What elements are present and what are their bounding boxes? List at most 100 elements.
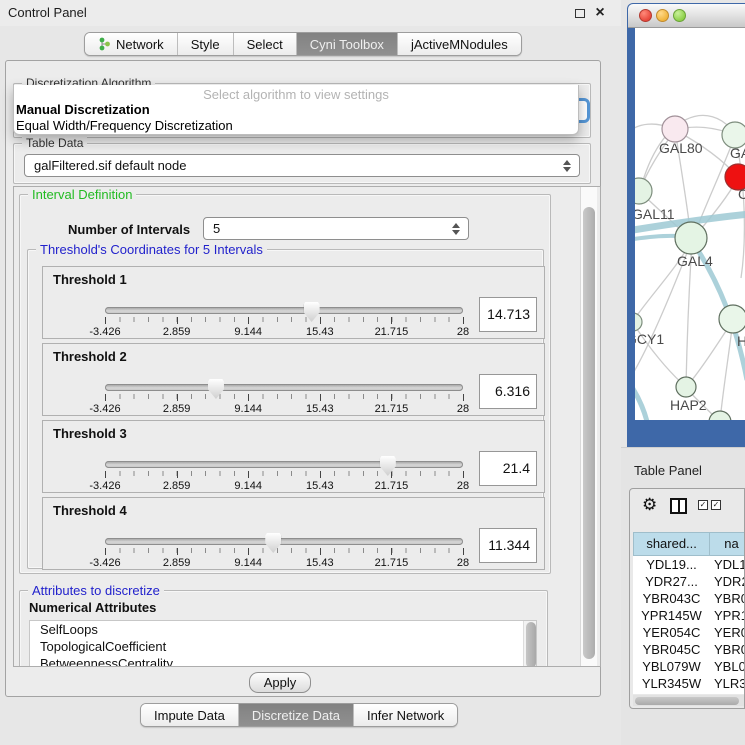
tab-discretize-data[interactable]: Discretize Data <box>239 704 354 726</box>
split-view-icon[interactable] <box>670 498 687 514</box>
threshold-2-slider[interactable]: -3.4262.8599.14415.4321.71528 <box>105 380 463 416</box>
tab-cyni-toolbox[interactable]: Cyni Toolbox <box>297 33 398 55</box>
tick-label: 21.715 <box>375 480 409 492</box>
table-row[interactable]: YPR145WYPR1 <box>633 607 745 624</box>
chevron-updown-icon <box>563 160 571 172</box>
network-node[interactable] <box>719 305 745 333</box>
list-item[interactable]: TopologicalCoefficient <box>30 638 536 655</box>
network-window-titlebar <box>628 4 745 28</box>
threshold-4-label: Threshold 4 <box>53 503 127 518</box>
node-label: HAP2 <box>670 397 707 413</box>
gear-icon[interactable]: ⚙ <box>642 494 657 516</box>
slider-ticks: -3.4262.8599.14415.4321.71528 <box>105 317 463 339</box>
table-row[interactable]: YDR27...YDR2 <box>633 573 745 590</box>
tick-label: 9.144 <box>234 403 262 415</box>
network-canvas[interactable]: GAL80GACGAL11GAL4GCY1HHAP2 <box>635 28 745 420</box>
tick-label: 28 <box>457 557 469 569</box>
table-row[interactable]: YIL052CYIL0 <box>633 692 745 694</box>
threshold-4-value-field[interactable]: 11.344 <box>479 528 537 563</box>
node-label: C <box>738 186 745 202</box>
slider-track[interactable] <box>105 384 463 391</box>
tab-style[interactable]: Style <box>178 33 234 55</box>
threshold-4-slider[interactable]: -3.4262.8599.14415.4321.71528 <box>105 534 463 570</box>
algorithm-hint: Select algorithm to view settings <box>14 87 578 102</box>
float-window-icon[interactable] <box>575 9 585 18</box>
network-node[interactable] <box>676 377 696 397</box>
page-title: Control Panel <box>8 0 87 26</box>
number-of-intervals-select[interactable]: 5 <box>203 217 469 240</box>
slider-track[interactable] <box>105 307 463 314</box>
table-row[interactable]: YLR345WYLR3 <box>633 675 745 692</box>
network-node[interactable] <box>675 222 707 254</box>
node-label: GAL4 <box>677 253 713 269</box>
network-node[interactable] <box>635 313 642 331</box>
table-row[interactable]: YBL079WYBL0 <box>633 658 745 675</box>
control-panel-window: Control Panel × Network Style Select Cyn… <box>0 0 621 745</box>
algorithm-dropdown-popup: Select algorithm to view settings Manual… <box>13 85 579 135</box>
tick-label: 28 <box>457 480 469 492</box>
threshold-2-value-field[interactable]: 6.316 <box>479 374 537 409</box>
table-data-value: galFiltered.sif default node <box>34 158 186 173</box>
tab-impute-data[interactable]: Impute Data <box>141 704 239 726</box>
column-header-shared-name[interactable]: shared... <box>633 532 710 556</box>
tick-label: 15.43 <box>306 557 334 569</box>
tick-label: 21.715 <box>375 326 409 338</box>
algorithm-option-equal-width[interactable]: Equal Width/Frequency Discretization <box>16 118 233 133</box>
tab-infer-network[interactable]: Infer Network <box>354 704 457 726</box>
list-item[interactable]: SelfLoops <box>30 621 536 638</box>
slider-ticks: -3.4262.8599.14415.4321.71528 <box>105 548 463 570</box>
apply-button[interactable]: Apply <box>249 672 311 693</box>
table-row[interactable]: YER054CYER0 <box>633 624 745 641</box>
threshold-3-value-field[interactable]: 21.4 <box>479 451 537 486</box>
table-data-group: Table Data galFiltered.sif default node <box>13 143 591 184</box>
algorithm-option-manual[interactable]: Manual Discretization <box>16 102 150 117</box>
slider-track[interactable] <box>105 538 463 545</box>
threshold-1-label: Threshold 1 <box>53 272 127 287</box>
tick-label: 15.43 <box>306 480 334 492</box>
minimize-traffic-light-icon[interactable] <box>656 9 669 22</box>
control-panel-titlebar: Control Panel × <box>0 0 621 26</box>
tick-label: -3.426 <box>89 326 120 338</box>
network-node[interactable] <box>709 411 731 420</box>
table-row[interactable]: YBR045CYBR0 <box>633 641 745 658</box>
tick-label: 2.859 <box>163 403 191 415</box>
interval-definition-label: Interval Definition <box>28 187 136 202</box>
table-row[interactable]: YDL19...YDL1 <box>633 556 745 573</box>
threshold-3-panel: Threshold 3 -3.4262.8599.14415.4321.7152… <box>42 420 545 493</box>
attributes-group-label: Attributes to discretize <box>28 583 164 598</box>
tab-jactivemnodules[interactable]: jActiveMNodules <box>398 33 521 55</box>
node-label: GAL11 <box>635 206 675 222</box>
checkbox-icon[interactable]: ✓ <box>711 500 721 510</box>
list-scrollbar[interactable] <box>523 621 536 667</box>
node-label: GAL80 <box>659 140 703 156</box>
node-label: GA <box>730 145 745 161</box>
tick-label: -3.426 <box>89 557 120 569</box>
scrollbar-thumb[interactable] <box>583 207 595 659</box>
table-panel-title: Table Panel <box>634 463 702 478</box>
threshold-3-slider[interactable]: -3.4262.8599.14415.4321.71528 <box>105 457 463 493</box>
checkbox-icon[interactable]: ✓ <box>698 500 708 510</box>
scrollbar-thumb[interactable] <box>526 622 536 667</box>
slider-track[interactable] <box>105 461 463 468</box>
close-icon[interactable]: × <box>592 2 608 24</box>
scrollbar-thumb[interactable] <box>635 697 739 705</box>
threshold-1-value-field[interactable]: 14.713 <box>479 297 537 332</box>
settings-vertical-scrollbar[interactable] <box>580 187 597 666</box>
column-header-name[interactable]: na <box>710 532 745 556</box>
slider-ticks: -3.4262.8599.14415.4321.71528 <box>105 471 463 493</box>
zoom-traffic-light-icon[interactable] <box>673 9 686 22</box>
threshold-2-panel: Threshold 2 -3.4262.8599.14415.4321.7152… <box>42 343 545 416</box>
tick-label: 15.43 <box>306 326 334 338</box>
threshold-1-slider[interactable]: -3.4262.8599.14415.4321.71528 <box>105 303 463 339</box>
table-row[interactable]: YBR043CYBR0 <box>633 590 745 607</box>
network-node[interactable] <box>662 116 688 142</box>
close-traffic-light-icon[interactable] <box>639 9 652 22</box>
tick-label: 21.715 <box>375 403 409 415</box>
tab-network[interactable]: Network <box>85 33 178 55</box>
table-data-label: Table Data <box>22 136 87 150</box>
list-item[interactable]: BetweennessCentrality <box>30 655 536 667</box>
tab-select[interactable]: Select <box>234 33 297 55</box>
table-data-select[interactable]: galFiltered.sif default node <box>24 154 580 177</box>
table-horizontal-scrollbar[interactable] <box>633 695 745 706</box>
tick-label: 15.43 <box>306 403 334 415</box>
